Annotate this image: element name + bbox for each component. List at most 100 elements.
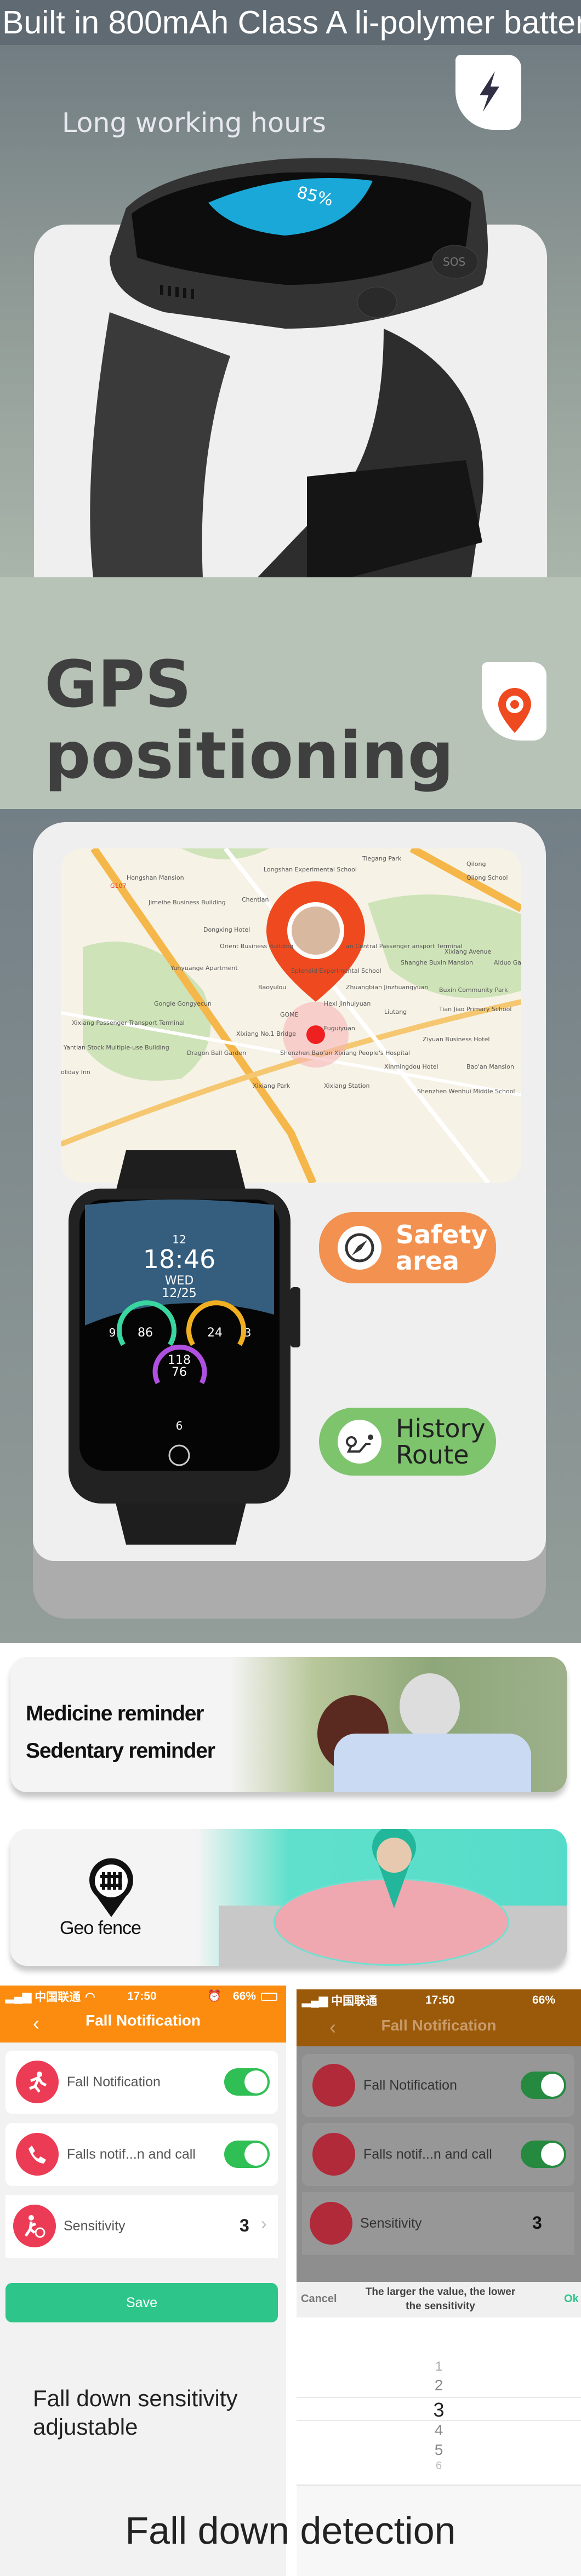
map-label: Tian Jiao Primary School [438, 1006, 511, 1013]
map-label: Shenzhen Wenhui Middle School [417, 1088, 515, 1095]
fall-call-row: Falls notif...n and call [5, 2123, 278, 2186]
sos-label: SOS [443, 255, 465, 268]
toggle [521, 2072, 566, 2099]
fall-icon [16, 2061, 59, 2103]
map-label: Splendid Experimental School [291, 967, 381, 974]
lightning-bolt-icon [480, 71, 499, 112]
heart-rate: 86 [138, 1326, 153, 1340]
map-label: Xinmingdou Hotel [384, 1063, 438, 1070]
screen-title: Fall Notification [381, 2017, 497, 2034]
picker-option[interactable]: 4 [297, 2422, 581, 2439]
sensitivity-picker[interactable]: 1 2 3 4 5 6 [297, 2317, 581, 2485]
gps-title-line2: positioning [44, 718, 454, 793]
map-label: Xixiang Station [324, 1082, 369, 1089]
user-avatar [292, 907, 340, 955]
map-label: Qilong [466, 860, 486, 868]
map-label: Dongxing Hotel [203, 926, 250, 933]
map-label: Dragon Ball Garden [187, 1049, 246, 1057]
phone-icon [16, 2133, 59, 2176]
app-header-dimmed: ▂▄▆ 中国联通 17:50 66% ‹ Fall Notification [297, 1989, 581, 2046]
toggle [521, 2141, 566, 2168]
compass-icon [345, 1233, 374, 1263]
map-label: Yunyuange Apartment [170, 965, 238, 972]
watch-day: WED [165, 1274, 194, 1288]
row-label: Falls notif...n and call [363, 2147, 492, 2162]
sensitivity-row: Sensitivity 3 [302, 2192, 574, 2255]
watch-time: 18:46 [143, 1244, 216, 1274]
map-label: Shenzhen Bao'an Xixiang People's Hospita… [280, 1049, 410, 1057]
picker-option[interactable]: 5 [297, 2441, 581, 2459]
route-icon [346, 1435, 373, 1453]
fall-call-toggle[interactable] [224, 2141, 270, 2168]
status-time: 17:50 [425, 1994, 455, 2006]
fall-notification-row: Fall Notification [5, 2051, 278, 2114]
signal-icon: ▂▄▆ [302, 1994, 328, 2007]
map-label: Xixiang No.1 Bridge [236, 1030, 296, 1037]
map-label: Gongle Gongyecun [154, 1000, 212, 1007]
battery-level: 66% [233, 1990, 257, 2003]
gps-title-line1: GPS [44, 646, 192, 722]
picker-cancel-button[interactable]: Cancel [301, 2293, 337, 2305]
row-label: Fall Notification [363, 2078, 457, 2093]
user-avatar [377, 1838, 412, 1873]
safety-area-button[interactable]: Safety area [319, 1212, 496, 1283]
map-label: Longshan Experimental School [264, 866, 357, 873]
map-label: GOME [280, 1011, 299, 1018]
map-label: Orient Business Building [220, 943, 293, 950]
map-label: Hongshan Mansion [127, 874, 184, 881]
map-label: Xixiang Park [253, 1082, 290, 1089]
picker-ok-button[interactable]: Ok [564, 2293, 579, 2305]
watch-date: 12/25 [162, 1287, 196, 1300]
history-route-button[interactable]: History Route [319, 1408, 496, 1476]
map-label: Baoyulou [258, 984, 286, 991]
battery-header: Built in 800mAh Class A li-polymer batte… [0, 0, 581, 45]
sensitivity-icon [13, 2205, 56, 2247]
picker-option[interactable]: 6 [297, 2460, 581, 2472]
sensitivity-row[interactable]: Sensitivity 3 › [5, 2195, 278, 2258]
screen-title: Fall Notification [86, 2012, 201, 2029]
history-route-label: History Route [396, 1414, 486, 1470]
chevron-right-icon: › [261, 2213, 267, 2233]
fall-call-row: Falls notif...n and call [302, 2123, 574, 2186]
geo-fence-card: Geo fence [10, 1829, 567, 1966]
fall-settings-screen: ▂▄▆ 中国联通 ◠ 17:50 ⏰ 66% ‹ Fall Notificati… [0, 1986, 286, 2576]
fall-notification-toggle[interactable] [224, 2068, 270, 2096]
temperature: 24 [207, 1326, 223, 1340]
map-label: Fuguiyuan [324, 1025, 355, 1032]
location-icon-card [482, 662, 546, 741]
map-label: G107 [110, 882, 127, 890]
geo-fence-illustration [197, 1829, 567, 1966]
bp-low: 76 [172, 1366, 187, 1379]
sensitivity-value: 3 [532, 2213, 542, 2233]
save-button[interactable]: Save [5, 2283, 278, 2322]
location-pin-icon [498, 688, 531, 733]
row-label: Sensitivity [360, 2216, 422, 2231]
carrier: 中国联通 [35, 1991, 81, 2004]
geo-fence-label: Geo fence [60, 1918, 141, 1938]
picker-option[interactable]: 1 [297, 2359, 581, 2374]
map-label: Qilong School [466, 874, 508, 881]
alarm-icon: ⏰ [207, 1990, 222, 2003]
map-label: Ziyuan Business Hotel [423, 1036, 489, 1043]
reminder-card: Medicine reminder Sedentary reminder [10, 1657, 567, 1792]
map-label: Jimeihe Business Building [148, 899, 226, 906]
sensitivity-caption: Fall down sensitivity adjustable [33, 2385, 238, 2440]
power-button [357, 286, 397, 318]
fall-notification-row: Fall Notification [302, 2054, 574, 2117]
map-label: Zhuangbian Jinzhuangyuan [346, 984, 428, 991]
map-label: Buxin Community Park [439, 986, 508, 994]
row-label: Falls notif...n and call [67, 2147, 196, 2162]
safety-area-label: Safety area [396, 1220, 488, 1276]
geo-fence-icon [89, 1858, 133, 1917]
map-label: oliday Inn [61, 1069, 90, 1076]
map-label: Shanghe Buxin Mansion [401, 959, 473, 966]
row-label: Sensitivity [64, 2218, 126, 2234]
location-map[interactable]: Tiegang Park Qilong Qilong School Hongshan … [61, 848, 521, 1183]
map-label: Hexi Jinhuiyuan [324, 1000, 371, 1007]
picker-option[interactable]: 2 [297, 2377, 581, 2394]
battery-icon [261, 1992, 277, 2001]
status-time: 17:50 [127, 1990, 157, 2003]
sensitivity-picker-screen: ▂▄▆ 中国联通 17:50 66% ‹ Fall Notification F… [297, 1989, 581, 2576]
map-label: Bao'an Mansion [466, 1063, 514, 1070]
picker-option-selected[interactable]: 3 [297, 2399, 581, 2422]
